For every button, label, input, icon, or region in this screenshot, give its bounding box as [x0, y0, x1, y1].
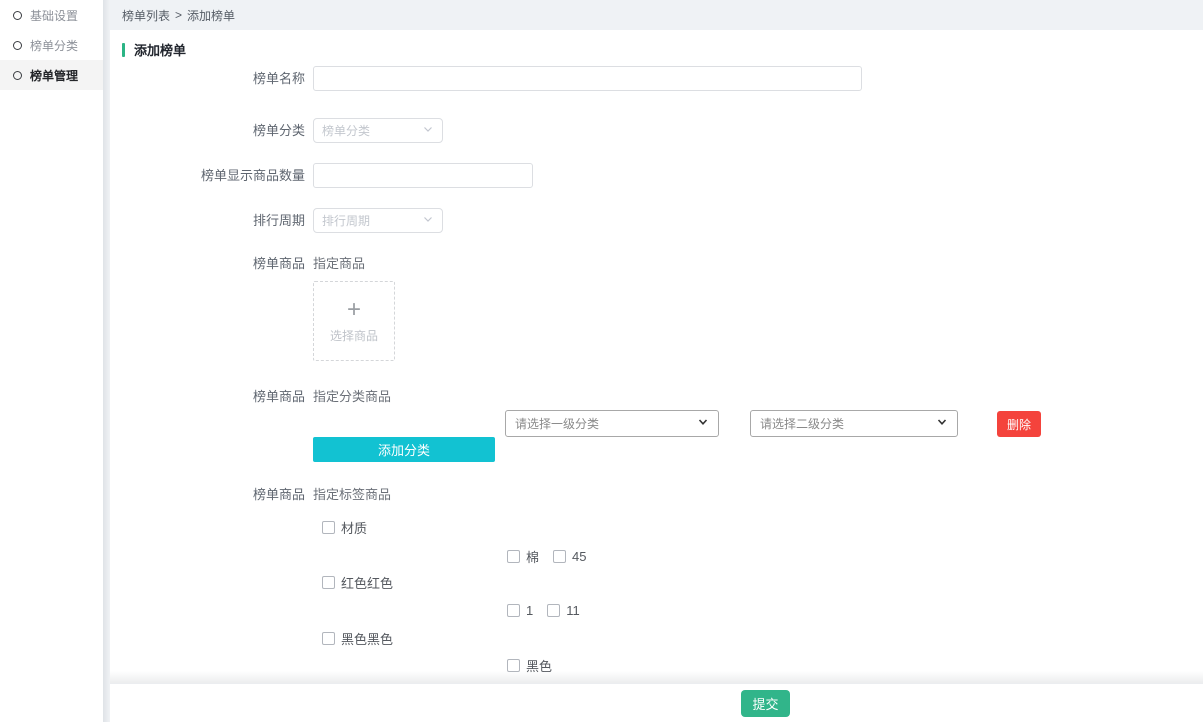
footer-bar: 提交 — [110, 683, 1203, 722]
tag-group-parent-row: 黑色黑色 — [322, 631, 393, 645]
sidebar-item-label: 榜单管理 — [30, 67, 78, 84]
delete-button[interactable]: 删除 — [997, 411, 1041, 437]
checkbox-label: 材质 — [341, 518, 367, 537]
tag-group-children-row: 棉 45 — [507, 549, 586, 563]
circle-icon — [13, 71, 22, 80]
checkbox[interactable] — [322, 632, 335, 645]
breadcrumb: 榜单列表 > 添加榜单 — [110, 0, 1203, 30]
page-title-text: 添加榜单 — [134, 40, 186, 59]
add-ranking-form-card: 添加榜单 榜单名称 榜单分类 榜单分类 榜单显示商品数量 排行周期 排行周期 榜… — [110, 30, 1203, 683]
checkbox[interactable] — [547, 604, 560, 617]
ranking-cycle-label: 排行周期 — [110, 208, 305, 233]
add-category-button[interactable]: 添加分类 — [313, 437, 495, 462]
checkbox[interactable] — [322, 576, 335, 589]
ranking-category-label: 榜单分类 — [110, 118, 305, 143]
chevron-down-icon — [697, 416, 709, 431]
ranking-name-input[interactable] — [313, 66, 862, 91]
tag-checkbox-item: 红色红色 — [322, 573, 393, 592]
chevron-down-icon — [936, 416, 948, 431]
sidebar-content-divider — [103, 0, 110, 722]
sidebar-item-basic-settings[interactable]: 基础设置 — [0, 0, 103, 30]
title-accent-bar — [122, 43, 125, 57]
footer-shadow — [110, 671, 1203, 683]
level1-category-select[interactable]: 请选择一级分类 — [505, 410, 719, 437]
plus-icon: + — [347, 299, 361, 321]
tag-group-children-row: 1 11 — [507, 603, 580, 617]
sidebar: 基础设置 榜单分类 榜单管理 — [0, 0, 103, 722]
sidebar-item-label: 基础设置 — [30, 7, 78, 24]
checkbox-label: 1 — [526, 603, 533, 618]
sidebar-item-ranking-category[interactable]: 榜单分类 — [0, 30, 103, 60]
ranking-cycle-select[interactable]: 排行周期 — [313, 208, 443, 233]
checkbox[interactable] — [553, 550, 566, 563]
circle-icon — [13, 11, 22, 20]
checkbox[interactable] — [507, 659, 520, 672]
checkbox[interactable] — [322, 521, 335, 534]
tag-checkbox-item: 棉 — [507, 547, 539, 566]
circle-icon — [13, 41, 22, 50]
level1-category-placeholder: 请选择一级分类 — [515, 415, 599, 432]
checkbox-label: 棉 — [526, 547, 539, 566]
tag-goods-sublabel: 指定标签商品 — [313, 487, 391, 503]
level2-category-placeholder: 请选择二级分类 — [760, 415, 844, 432]
breadcrumb-current: 添加榜单 — [187, 7, 235, 24]
display-count-input[interactable] — [313, 163, 533, 188]
assign-goods-sublabel: 指定商品 — [313, 256, 365, 272]
tag-group-parent-row: 红色红色 — [322, 575, 393, 589]
chevron-down-icon — [422, 213, 434, 228]
checkbox-label: 45 — [572, 549, 586, 564]
ranking-cycle-placeholder: 排行周期 — [322, 212, 370, 229]
category-goods-sublabel: 指定分类商品 — [313, 389, 391, 405]
goods-label-assign: 榜单商品 — [110, 256, 305, 272]
tag-group-children-row: 黑色 — [507, 658, 552, 672]
page-title: 添加榜单 — [122, 40, 186, 59]
select-goods-picker-text: 选择商品 — [330, 327, 378, 344]
sidebar-item-label: 榜单分类 — [30, 37, 78, 54]
tag-checkbox-item: 材质 — [322, 518, 367, 537]
sidebar-item-ranking-management[interactable]: 榜单管理 — [0, 60, 103, 90]
ranking-category-placeholder: 榜单分类 — [322, 122, 370, 139]
checkbox[interactable] — [507, 604, 520, 617]
goods-label-tag: 榜单商品 — [110, 487, 305, 503]
checkbox-label: 红色红色 — [341, 573, 393, 592]
tag-group-parent-row: 材质 — [322, 520, 367, 534]
tag-checkbox-item: 1 — [507, 603, 533, 618]
submit-button[interactable]: 提交 — [741, 690, 790, 717]
breadcrumb-parent-link[interactable]: 榜单列表 — [122, 7, 170, 24]
tag-checkbox-item: 11 — [547, 603, 580, 618]
checkbox[interactable] — [507, 550, 520, 563]
tag-checkbox-item: 黑色黑色 — [322, 629, 393, 648]
ranking-name-label: 榜单名称 — [110, 66, 305, 91]
level2-category-select[interactable]: 请选择二级分类 — [750, 410, 958, 437]
ranking-category-select[interactable]: 榜单分类 — [313, 118, 443, 143]
goods-label-category: 榜单商品 — [110, 389, 305, 405]
tag-checkbox-item: 45 — [553, 549, 586, 564]
checkbox-label: 11 — [566, 603, 580, 618]
checkbox-label: 黑色黑色 — [341, 629, 393, 648]
breadcrumb-separator: > — [175, 8, 182, 22]
select-goods-picker[interactable]: + 选择商品 — [313, 281, 395, 361]
chevron-down-icon — [422, 123, 434, 138]
display-count-label: 榜单显示商品数量 — [110, 163, 305, 188]
